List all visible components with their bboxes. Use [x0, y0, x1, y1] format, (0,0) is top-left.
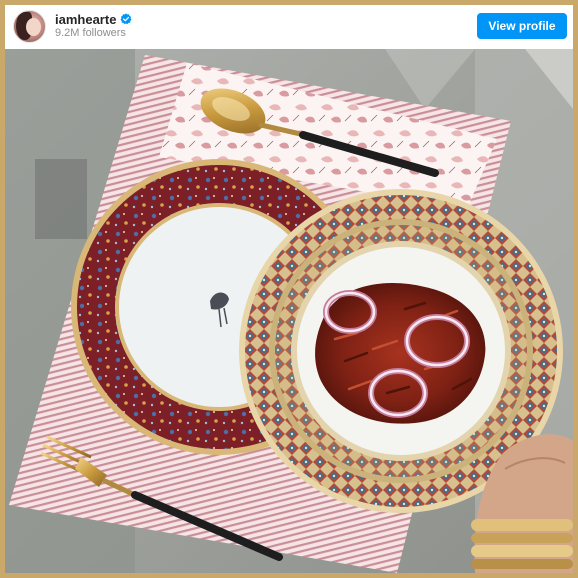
username-link[interactable]: iamhearte: [55, 12, 116, 27]
verified-badge-icon: [120, 13, 132, 25]
avatar-face: [26, 18, 41, 36]
post-header: iamhearte 9.2M followers View profile: [5, 5, 573, 50]
post-photo[interactable]: [5, 49, 573, 573]
username-row: iamhearte: [55, 11, 132, 27]
follower-count: 9.2M followers: [55, 27, 126, 39]
gold-border-frame: iamhearte 9.2M followers View profile: [0, 0, 578, 578]
table-setting-image: [5, 49, 573, 573]
instagram-embed-card: iamhearte 9.2M followers View profile: [5, 5, 573, 573]
avatar[interactable]: [13, 10, 46, 43]
view-profile-button[interactable]: View profile: [477, 13, 567, 39]
